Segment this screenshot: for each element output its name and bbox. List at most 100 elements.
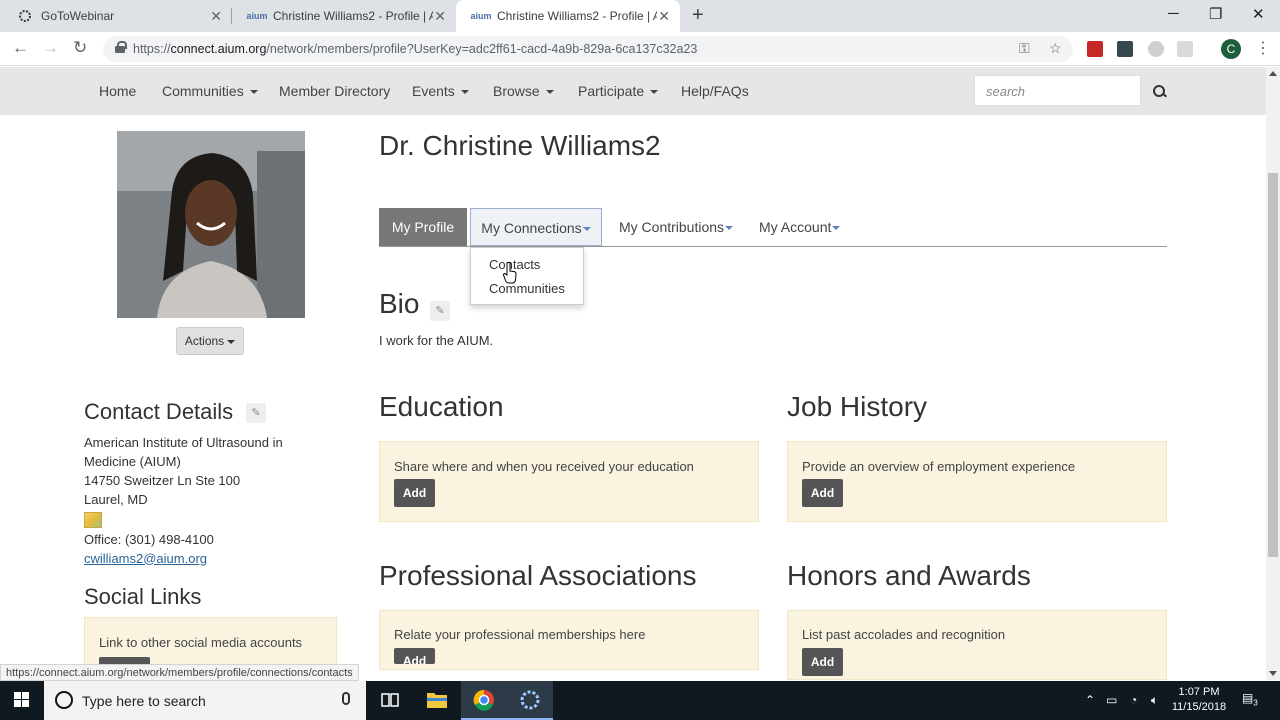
actions-button[interactable]: Actions (176, 327, 244, 355)
new-tab-icon[interactable]: + (692, 4, 704, 27)
caret-down-icon (582, 227, 591, 232)
site-search-input[interactable]: search (974, 75, 1141, 106)
close-tab-icon[interactable]: ✕ (210, 8, 222, 25)
minimize-icon[interactable]: ─ (1168, 5, 1179, 22)
browser-tab-title: Christine Williams2 - Profile | AIUM (273, 9, 433, 23)
chrome-taskbar-icon[interactable] (461, 681, 507, 720)
address-line: Laurel, MD (84, 492, 148, 507)
nav-help-faqs[interactable]: Help/FAQs (681, 83, 749, 99)
map-icon[interactable] (84, 511, 102, 528)
bookmark-star-icon[interactable]: ☆ (1049, 40, 1062, 57)
site-navigation: Home Communities Member Directory Events… (0, 67, 1266, 115)
taskbar-search-box[interactable]: Type here to search (44, 681, 366, 720)
volume-icon[interactable]: 🔈︎ (1151, 693, 1158, 708)
bio-text: I work for the AIUM. (379, 333, 494, 348)
profile-photo (117, 131, 305, 318)
clock-time: 1:07 PM (1178, 686, 1220, 698)
professional-associations-heading: Professional Associations (379, 560, 697, 591)
address-line: 14750 Sweitzer Ln Ste 100 (84, 473, 241, 488)
page-scrollbar[interactable] (1266, 67, 1280, 680)
microphone-icon[interactable] (342, 692, 350, 705)
cortana-icon[interactable] (55, 691, 73, 709)
scroll-down-icon[interactable] (1269, 671, 1277, 676)
gotowebinar-favicon-icon (18, 9, 32, 23)
education-add-button[interactable]: Add (394, 479, 435, 507)
tab-my-account[interactable]: My Account (759, 208, 841, 246)
edit-bio-pencil-icon[interactable]: ✎ (430, 301, 450, 321)
contact-details-heading: Contact Details (84, 399, 234, 424)
key-icon[interactable]: ⚿ (1019, 40, 1030, 57)
caret-down-icon (725, 226, 734, 231)
professional-associations-add-button[interactable]: Add (394, 648, 435, 664)
notifications-icon[interactable]: ▤3 (1242, 691, 1258, 707)
aium-favicon-icon: aium (470, 11, 492, 21)
aium-favicon-icon: aium (246, 11, 268, 21)
nav-events[interactable]: Events (412, 83, 469, 99)
nav-home[interactable]: Home (99, 83, 136, 99)
nav-browse[interactable]: Browse (493, 83, 554, 99)
close-window-icon[interactable]: ✕ (1252, 5, 1265, 23)
browser-toolbar: ← → ↻ https://connect.aium.org/network/m… (0, 32, 1280, 66)
nav-participate[interactable]: Participate (578, 83, 659, 99)
honors-awards-add-button[interactable]: Add (802, 648, 843, 676)
wifi-icon[interactable]: ◔ (1130, 693, 1137, 707)
job-history-callout (787, 441, 1167, 522)
gotowebinar-taskbar-icon[interactable] (507, 681, 553, 720)
caret-down-icon (832, 226, 841, 231)
extension-icon[interactable] (1117, 41, 1133, 57)
restore-icon[interactable]: ❐ (1209, 5, 1222, 23)
close-tab-icon[interactable]: ✕ (434, 8, 446, 25)
battery-icon[interactable]: ▭ (1106, 693, 1117, 707)
edit-pencil-icon[interactable]: ✎ (246, 403, 266, 423)
extension-g-icon[interactable] (1177, 41, 1193, 57)
browser-tab-profile-active[interactable]: aium Christine Williams2 - Profile | AIU… (456, 0, 680, 32)
windows-taskbar: Type here to search ⌃ ▭ ◔ 🔈︎ 1:07 PM 11/… (0, 681, 1280, 720)
url-text: https://connect.aium.org/network/members… (133, 42, 698, 56)
email-link[interactable]: cwilliams2@aium.org (84, 551, 207, 566)
member-name: Dr. Christine Williams2 (379, 130, 661, 161)
tab-my-profile[interactable]: My Profile (379, 208, 467, 246)
caret-down-icon (650, 90, 659, 95)
reload-icon[interactable]: ↻ (73, 38, 87, 58)
pdf-extension-icon[interactable] (1087, 41, 1103, 57)
lock-icon (115, 41, 127, 53)
forward-arrow-icon[interactable]: → (42, 38, 59, 58)
browser-tab-profile-1[interactable]: aium Christine Williams2 - Profile | AIU… (232, 0, 456, 32)
scrollbar-thumb[interactable] (1268, 173, 1278, 557)
job-history-add-button[interactable]: Add (802, 479, 843, 507)
scroll-up-icon[interactable] (1269, 71, 1277, 76)
professional-associations-prompt: Relate your professional memberships her… (394, 627, 646, 642)
chrome-menu-icon[interactable]: ⋮ (1255, 38, 1271, 58)
tab-my-contributions[interactable]: My Contributions (619, 208, 734, 246)
task-view-icon[interactable] (367, 681, 413, 720)
search-icon[interactable] (1153, 85, 1167, 99)
contact-address: American Institute of Ultrasound in Medi… (84, 433, 314, 568)
back-arrow-icon[interactable]: ← (12, 38, 29, 58)
office-phone: Office: (301) 498-4100 (84, 531, 214, 547)
browser-tab-title: Christine Williams2 - Profile | AIUM (497, 9, 657, 23)
nav-communities[interactable]: Communities (162, 83, 258, 99)
browser-tab-strip: GoToWebinar ✕ aium Christine Williams2 -… (0, 0, 1280, 32)
bio-heading: Bio (379, 288, 420, 319)
honors-awards-prompt: List past accolades and recognition (802, 627, 1006, 642)
close-tab-icon[interactable]: ✕ (658, 8, 670, 25)
browser-tab-gotowebinar[interactable]: GoToWebinar ✕ (0, 0, 232, 32)
taskbar-clock[interactable]: 1:07 PM 11/15/2018 (1168, 685, 1230, 715)
education-heading: Education (379, 391, 504, 422)
tab-my-connections[interactable]: My Connections (470, 208, 602, 246)
address-bar[interactable]: https://connect.aium.org/network/members… (103, 36, 1073, 62)
caret-down-icon (249, 90, 258, 95)
tray-chevron-icon[interactable]: ⌃ (1085, 693, 1095, 707)
taskbar-search-placeholder: Type here to search (82, 693, 206, 709)
windows-start-icon[interactable] (14, 692, 30, 708)
honors-awards-heading: Honors and Awards (787, 560, 1031, 591)
file-explorer-icon[interactable] (414, 681, 460, 720)
menu-item-communities[interactable]: Communities (489, 281, 565, 296)
caret-down-icon (227, 339, 236, 344)
notification-count: 3 (1253, 698, 1258, 708)
nav-member-directory[interactable]: Member Directory (279, 83, 390, 99)
profile-avatar-icon[interactable]: C (1221, 39, 1241, 59)
caret-down-icon (545, 90, 554, 95)
extension-circle-icon[interactable] (1148, 41, 1164, 57)
clock-date: 11/15/2018 (1171, 701, 1227, 713)
